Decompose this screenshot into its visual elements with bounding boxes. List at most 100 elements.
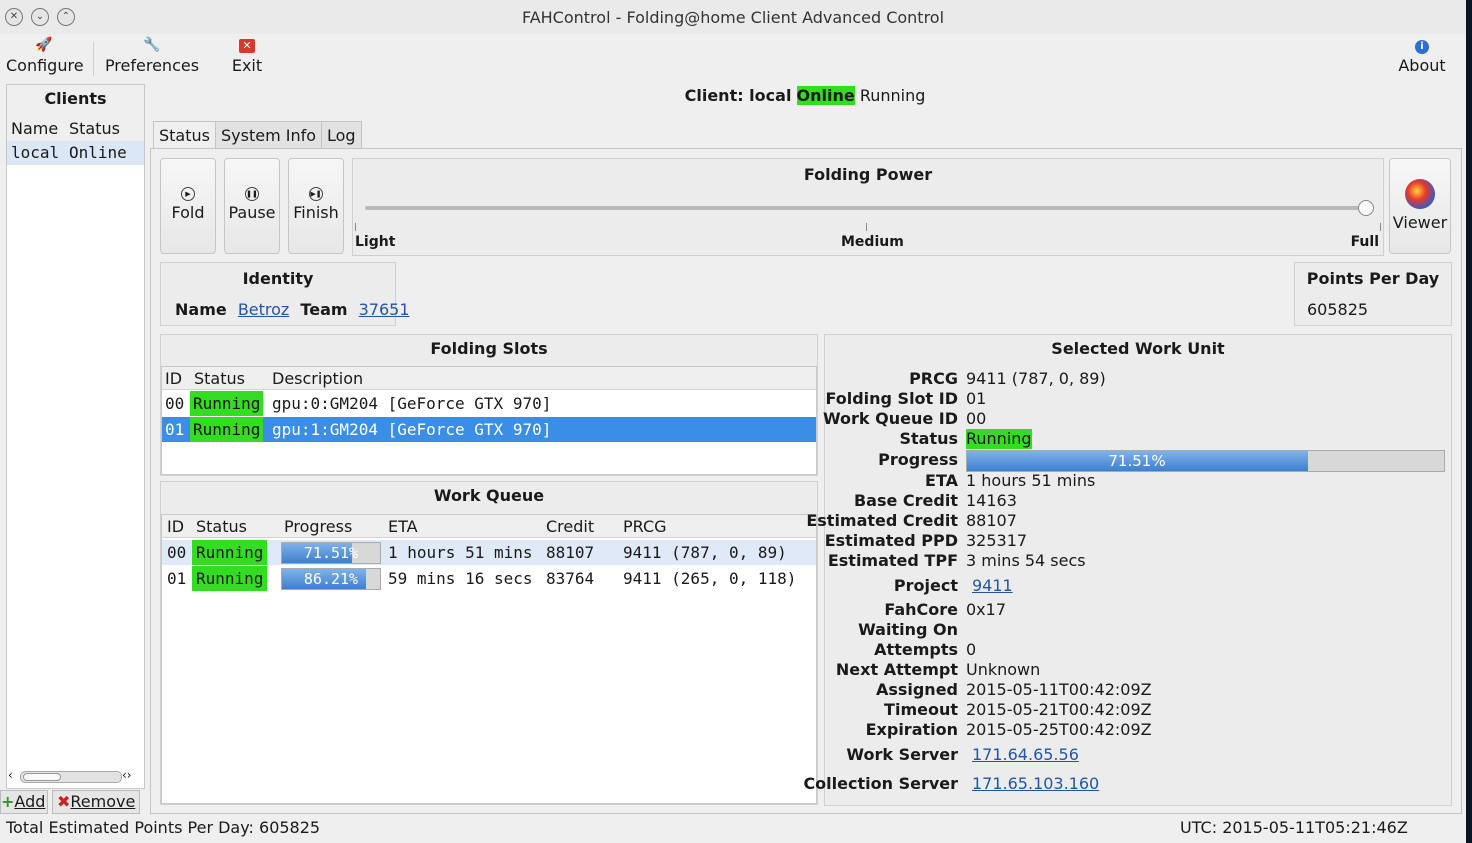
ppd-value: 605825: [1307, 300, 1369, 319]
identity-name-link[interactable]: Betroz: [238, 300, 290, 319]
slot-id: 00: [165, 394, 185, 413]
queue-col-prcg[interactable]: PRCG: [623, 517, 667, 536]
wu-expiration-row: Expiration 2015-05-25T00:42:09Z: [826, 720, 1446, 740]
status-bar-utc: UTC: 2015-05-11T05:21:46Z: [1180, 818, 1408, 837]
queue-row[interactable]: 00 Running 71.51% 1 hours 51 mins 88107 …: [162, 540, 816, 565]
clients-col-status[interactable]: Status: [69, 119, 120, 138]
folding-power-slider[interactable]: [365, 200, 1374, 216]
wu-project-link[interactable]: 9411: [972, 576, 1013, 596]
wu-progress-text: 71.51%: [1108, 452, 1166, 470]
wu-attempts-value: 0: [966, 640, 977, 659]
wu-status-badge: Running: [966, 429, 1032, 449]
wu-assigned-row: Assigned 2015-05-11T00:42:09Z: [826, 680, 1446, 700]
exit-button[interactable]: ✕ Exit: [229, 36, 265, 75]
tab-log[interactable]: Log: [321, 121, 362, 150]
client-prefix: Client: local: [684, 86, 792, 105]
queue-progress-text: 86.21%: [303, 570, 359, 588]
slots-table-header: ID Status Description: [162, 367, 816, 390]
remove-client-button[interactable]: ✖Remove: [52, 790, 140, 814]
fold-button[interactable]: ▶ Fold: [160, 158, 216, 254]
tick-medium: [866, 223, 867, 231]
queue-col-status[interactable]: Status: [196, 517, 247, 536]
wu-attempts-label: Attempts: [874, 640, 958, 659]
wu-est-credit-label: Estimated Credit: [806, 511, 958, 530]
fold-label: Fold: [171, 203, 205, 222]
queue-col-progress[interactable]: Progress: [284, 517, 352, 536]
preferences-button[interactable]: 🔧 Preferences: [104, 36, 200, 75]
tab-status[interactable]: Status: [153, 121, 216, 150]
slots-col-id[interactable]: ID: [165, 369, 182, 388]
wu-fahcore-row: FahCore 0x17: [826, 600, 1446, 620]
clients-title: Clients: [44, 89, 107, 108]
viewer-label: Viewer: [1392, 213, 1448, 232]
slot-row[interactable]: 00 Running gpu:0:GM204 [GeForce GTX 970]: [162, 391, 816, 416]
wu-collection-server-link[interactable]: 171.65.103.160: [972, 774, 1099, 794]
power-light-label: Light: [355, 234, 396, 250]
client-row-local[interactable]: local Online: [7, 141, 144, 165]
slots-title: Folding Slots: [430, 339, 548, 358]
queue-title: Work Queue: [433, 486, 545, 505]
configure-button[interactable]: 🚀 Configure: [6, 36, 84, 75]
clients-col-name[interactable]: Name: [11, 119, 58, 138]
tab-system-info[interactable]: System Info: [215, 121, 323, 150]
queue-col-id[interactable]: ID: [167, 517, 184, 536]
slots-col-status[interactable]: Status: [194, 369, 245, 388]
identity-row: Name Betroz Team 37651: [175, 300, 410, 319]
queue-col-credit[interactable]: Credit: [546, 517, 594, 536]
about-button[interactable]: i About: [1396, 36, 1448, 75]
status-bar-total-ppd: Total Estimated Points Per Day: 605825: [6, 818, 321, 837]
queue-table-header: ID Status Progress ETA Credit PRCG: [162, 515, 816, 538]
slot-row-selected[interactable]: 01 Running gpu:1:GM204 [GeForce GTX 970]: [162, 417, 816, 442]
queue-id: 00: [167, 543, 187, 562]
wu-prcg-label: PRCG: [909, 369, 958, 388]
queue-col-eta[interactable]: ETA: [388, 517, 418, 536]
tick-full: [1380, 223, 1381, 231]
about-label: About: [1398, 56, 1446, 75]
pause-icon: ❚❚: [245, 187, 259, 201]
wu-queue-row: Work Queue ID 00: [823, 409, 1446, 429]
queue-eta: 1 hours 51 mins: [388, 543, 533, 562]
wu-slot-label: Folding Slot ID: [825, 389, 958, 408]
folding-slots-group: Folding Slots ID Status Description 00 R…: [160, 334, 818, 476]
work-unit-title: Selected Work Unit: [1051, 339, 1225, 358]
wu-assigned-value: 2015-05-11T00:42:09Z: [966, 680, 1152, 699]
wu-est-credit-row: Estimated Credit 88107: [806, 511, 1446, 531]
scroll-right-icon[interactable]: ‹›: [122, 768, 132, 782]
slot-description: gpu:0:GM204 [GeForce GTX 970]: [272, 394, 552, 413]
wu-eta-row: ETA 1 hours 51 mins: [826, 471, 1446, 491]
slot-description: gpu:1:GM204 [GeForce GTX 970]: [272, 420, 552, 439]
wu-progress-row: Progress 71.51%: [826, 450, 1446, 472]
plus-icon: +: [1, 792, 15, 811]
wu-est-ppd-row: Estimated PPD 325317: [825, 531, 1446, 551]
wu-base-credit-value: 14163: [966, 491, 1017, 510]
finish-button[interactable]: ▶❚ Finish: [288, 158, 344, 254]
queue-progress-bar: 86.21%: [281, 568, 381, 590]
client-name: local: [11, 143, 60, 162]
power-full-label: Full: [1350, 234, 1379, 250]
wu-work-server-link[interactable]: 171.64.65.56: [972, 745, 1079, 765]
wu-waiting-row: Waiting On: [826, 620, 1446, 640]
play-icon: ▶: [181, 187, 195, 201]
wu-work-server-row: Work Server 171.64.65.56: [826, 745, 1446, 765]
viewer-button[interactable]: Viewer: [1389, 158, 1451, 254]
queue-row[interactable]: 01 Running 86.21% 59 mins 16 secs 83764 …: [162, 566, 816, 591]
queue-id: 01: [167, 569, 187, 588]
queue-progress-text: 71.51%: [303, 544, 359, 562]
clients-hscrollbar[interactable]: ‹ ‹›: [6, 768, 141, 784]
slot-id: 01: [165, 420, 185, 439]
wu-timeout-label: Timeout: [884, 700, 958, 719]
tick-light: [355, 223, 356, 231]
wu-status-row: Status Running: [826, 429, 1446, 449]
power-medium-label: Medium: [841, 234, 904, 250]
client-status-header: Client: local Online Running: [150, 86, 1460, 105]
app-window: ✕ ⌄ ⌃ FAHControl - Folding@home Client A…: [0, 0, 1466, 843]
folding-power-slider-handle[interactable]: [1358, 200, 1374, 216]
scroll-left-icon[interactable]: ‹: [8, 768, 13, 782]
scroll-track[interactable]: [20, 771, 122, 783]
identity-team-link[interactable]: 37651: [359, 300, 410, 319]
slots-col-description[interactable]: Description: [272, 369, 363, 388]
pause-button[interactable]: ❚❚ Pause: [224, 158, 280, 254]
add-client-button[interactable]: +Add: [0, 790, 48, 814]
wu-next-attempt-row: Next Attempt Unknown: [826, 660, 1446, 680]
scroll-thumb[interactable]: [23, 773, 61, 781]
